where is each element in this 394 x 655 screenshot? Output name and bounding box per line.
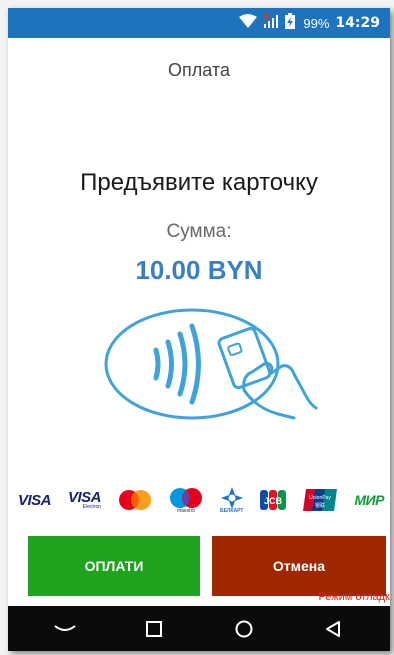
cancel-button[interactable]: Отмена — [212, 536, 386, 596]
maestro-logo: maestro — [169, 487, 203, 514]
jcb-logo: JCB — [260, 490, 287, 510]
svg-text:JCB: JCB — [264, 496, 283, 506]
amount-value: 10.00 BYN — [135, 255, 263, 285]
home-circle-icon[interactable] — [224, 609, 264, 649]
debug-mode-label: Режим отладки — [318, 591, 390, 603]
svg-text:银联: 银联 — [315, 502, 325, 509]
svg-text:UnionPay: UnionPay — [310, 495, 332, 501]
back-triangle-icon[interactable] — [313, 609, 353, 649]
back-chevron-icon[interactable] — [45, 609, 85, 649]
present-card-prompt: Предъявите карточку — [80, 169, 318, 196]
mir-logo: МИР — [354, 492, 384, 508]
payment-logos: VISA VISA Electron maestro БЕЛКАРТ JCB U… — [12, 480, 390, 520]
status-bar: 99% 14:29 — [8, 8, 390, 38]
battery-percent: 99% — [303, 15, 330, 31]
no-sim-signal-icon — [263, 12, 279, 34]
recents-square-icon[interactable] — [134, 609, 174, 649]
pay-button[interactable]: ОПЛАТИ — [28, 536, 200, 596]
wifi-icon — [239, 13, 258, 33]
amount-label: Сумма: — [166, 221, 232, 242]
belkart-logo: БЕЛКАРТ — [220, 486, 243, 514]
unionpay-logo: UnionPay 银联 — [303, 489, 338, 511]
app-screen: 99% 14:29 Оплата Предъявите карточку Сум… — [8, 8, 390, 651]
contactless-card-tap-icon — [94, 304, 324, 424]
mastercard-logo — [118, 489, 152, 511]
page-title: Оплата — [168, 60, 230, 80]
android-nav-bar — [8, 606, 390, 651]
clock: 14:29 — [335, 15, 380, 31]
visa-electron-logo: VISA Electron — [68, 489, 102, 510]
visa-logo: VISA — [18, 491, 52, 509]
battery-charging-icon — [285, 12, 296, 34]
action-buttons: ОПЛАТИ Отмена — [8, 536, 390, 598]
